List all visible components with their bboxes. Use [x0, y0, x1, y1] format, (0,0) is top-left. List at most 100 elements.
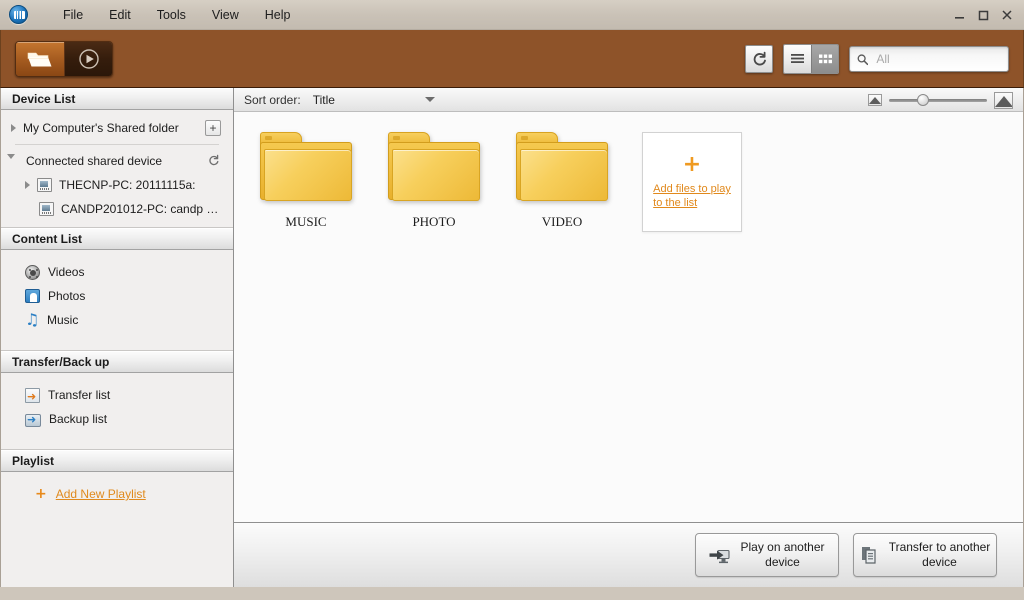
sidebar-item-photos[interactable]: Photos	[1, 284, 233, 308]
folder-icon	[260, 132, 352, 204]
list-view-button[interactable]	[784, 45, 811, 73]
disclosure-triangle-right-icon[interactable]	[11, 124, 16, 132]
sidebar-item-label: Videos	[48, 265, 85, 279]
menu-item-tools[interactable]: Tools	[144, 4, 199, 26]
open-folder-icon	[27, 52, 52, 66]
section-body-device-list: My Computer's Shared folder + Connected …	[1, 110, 233, 228]
folder-label: VIDEO	[541, 214, 583, 229]
folder-tile-music[interactable]: MUSIC	[256, 132, 356, 230]
button-label-line1: Transfer to another	[888, 540, 991, 554]
play-on-another-device-button[interactable]: Play on another device	[695, 533, 839, 577]
sort-order-dropdown[interactable]: Title	[313, 93, 435, 107]
sidebar-item-device-thecnp-pc[interactable]: THECNP-PC: 20111115a:	[1, 173, 233, 197]
folder-icon	[388, 132, 480, 204]
section-body-playlist: + Add New Playlist	[1, 472, 233, 587]
sidebar-item-label: Photos	[48, 289, 86, 303]
add-files-line1: Add files to play	[653, 183, 731, 195]
list-view-icon	[791, 54, 804, 63]
maximize-button[interactable]	[972, 4, 994, 26]
window-controls	[948, 0, 1018, 30]
photo-icon	[25, 289, 40, 303]
thumbnail-size-slider[interactable]	[889, 93, 987, 107]
close-button[interactable]	[996, 4, 1018, 26]
folder-tile-video[interactable]: VIDEO	[512, 132, 612, 230]
section-header-device-list[interactable]: Device List	[1, 88, 233, 110]
refresh-devices-icon[interactable]	[207, 154, 220, 169]
button-label-line2: device	[922, 555, 957, 569]
sidebar-item-connected-shared-device[interactable]: Connected shared device	[1, 149, 233, 173]
toolbar-right-group	[745, 30, 1009, 88]
sidebar-item-music[interactable]: Music	[1, 308, 233, 332]
sidebar-item-label: Connected shared device	[26, 154, 163, 168]
transfer-to-another-device-button[interactable]: Transfer to another device	[853, 533, 997, 577]
section-header-content-list[interactable]: Content List	[1, 228, 233, 250]
monitor-arrow-icon	[709, 545, 731, 565]
sidebar-item-label: THECNP-PC: 20111115a:	[59, 178, 196, 192]
add-files-label: Add files to play to the list	[646, 182, 738, 210]
sidebar-item-device-candp201012-pc[interactable]: CANDP201012-PC: candp 2…	[1, 197, 233, 221]
small-thumbnail-icon[interactable]	[868, 94, 882, 106]
minimize-icon	[954, 16, 964, 19]
refresh-icon	[753, 51, 766, 65]
section-header-transfer-backup[interactable]: Transfer/Back up	[1, 351, 233, 373]
divider	[15, 144, 219, 145]
tile-list: MUSIC PHOTO VIDEO + Add files to play to…	[256, 132, 1023, 232]
sidebar-item-label: Music	[47, 313, 79, 327]
plus-icon: +	[682, 152, 702, 177]
music-note-icon	[25, 310, 39, 329]
play-mode-button[interactable]	[64, 41, 112, 76]
refresh-button[interactable]	[745, 45, 773, 73]
button-label: Transfer to another device	[889, 540, 991, 570]
slider-handle[interactable]	[917, 94, 929, 106]
sort-order-value: Title	[312, 92, 335, 107]
menu-item-file[interactable]: File	[50, 4, 96, 26]
minimize-button[interactable]	[948, 4, 970, 26]
window-bottom-chrome	[0, 587, 1024, 600]
folder-tile-photo[interactable]: PHOTO	[384, 132, 484, 230]
sidebar-item-label: Backup list	[49, 412, 108, 426]
title-menu-bar: File Edit Tools View Help	[0, 0, 1024, 30]
add-files-line2: to the list	[653, 197, 698, 209]
grid-view-button[interactable]	[811, 45, 838, 73]
slider-track	[889, 99, 987, 102]
maximize-icon	[978, 10, 988, 20]
sort-order-label: Sort order:	[244, 92, 301, 107]
grid-view-icon	[818, 54, 832, 64]
action-bar: Play on another device Transfer to anoth…	[234, 522, 1023, 587]
large-thumbnail-icon[interactable]	[994, 91, 1013, 109]
folder-icon	[516, 132, 608, 204]
view-mode-toggle	[783, 44, 839, 74]
sidebar-item-label: My Computer's Shared folder	[23, 121, 179, 135]
button-label: Play on another device	[740, 540, 824, 570]
thumbnail-zoom-control	[868, 88, 1013, 112]
menu-bar: File Edit Tools View Help	[50, 4, 303, 26]
film-reel-icon	[25, 264, 40, 280]
disclosure-triangle-down-icon[interactable]	[7, 153, 19, 164]
copy-document-icon	[860, 545, 880, 565]
computer-icon	[37, 178, 52, 192]
main-toolbar	[0, 30, 1024, 88]
add-shared-folder-button[interactable]: +	[205, 120, 221, 136]
add-files-tile[interactable]: + Add files to play to the list	[642, 132, 742, 232]
close-icon	[1002, 10, 1012, 20]
body-split: Device List My Computer's Shared folder …	[0, 88, 1024, 587]
chevron-down-icon	[424, 97, 435, 102]
sidebar-item-my-computer-shared-folder[interactable]: My Computer's Shared folder +	[1, 116, 233, 140]
folder-label: PHOTO	[412, 214, 456, 229]
menu-item-view[interactable]: View	[199, 4, 252, 26]
disclosure-triangle-right-icon[interactable]	[25, 181, 30, 189]
sidebar: Device List My Computer's Shared folder …	[1, 88, 234, 587]
folder-browse-mode-button[interactable]	[16, 41, 64, 76]
folder-grid: MUSIC PHOTO VIDEO + Add files to play to…	[234, 112, 1023, 522]
sidebar-item-videos[interactable]: Videos	[1, 260, 233, 284]
add-new-playlist-button[interactable]: + Add New Playlist	[1, 482, 233, 506]
sidebar-item-transfer-list[interactable]: Transfer list	[1, 383, 233, 407]
sidebar-item-label: Transfer list	[48, 388, 111, 402]
search-box[interactable]	[849, 46, 1009, 72]
search-input[interactable]	[874, 51, 1001, 67]
menu-item-help[interactable]: Help	[252, 4, 304, 26]
sidebar-item-backup-list[interactable]: Backup list	[1, 407, 233, 431]
section-header-playlist[interactable]: Playlist	[1, 450, 233, 472]
menu-item-edit[interactable]: Edit	[96, 4, 144, 26]
sort-bar: Sort order: Title	[234, 88, 1023, 112]
